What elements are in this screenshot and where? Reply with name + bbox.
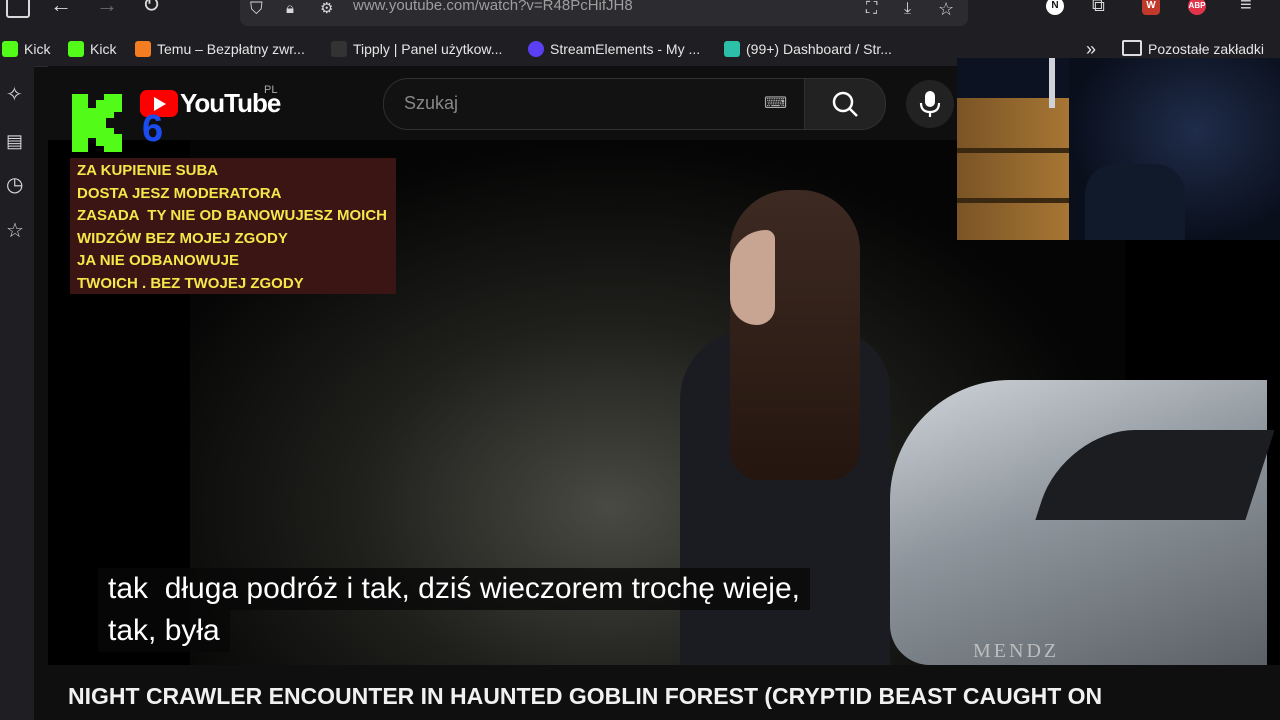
browser-toolbar: ← → ↻ ⛉ 🔒︎ ⚙ ⛶ ⤓ ☆ www.youtube.com/watch… bbox=[0, 0, 1280, 30]
kick-icon bbox=[2, 41, 18, 57]
cabinet-image bbox=[957, 98, 1069, 240]
screenshot-icon[interactable]: ⛶ bbox=[866, 0, 877, 18]
webcam-overlay bbox=[957, 58, 1280, 240]
bookmarks-star-icon[interactable]: ☆ bbox=[6, 221, 24, 241]
folder-icon bbox=[1122, 40, 1142, 56]
moderator-notice-overlay: ZA KUPIENIE SUBA DOSTA JESZ MODERATORA Z… bbox=[70, 158, 396, 294]
browser-sidebar: ✧ ▤ ◷ ☆ bbox=[0, 66, 34, 720]
video-subtitles: tak długa podróż i tak, dziś wieczorem t… bbox=[98, 568, 810, 652]
search-placeholder: Szukaj bbox=[404, 93, 459, 113]
reading-list-icon[interactable]: ▤ bbox=[6, 132, 23, 150]
bookmark-temu[interactable]: Temu – Bezpłatny zwr... bbox=[135, 39, 305, 59]
extension-w-icon[interactable]: W bbox=[1142, 0, 1160, 15]
sparkle-icon[interactable]: ✧ bbox=[6, 85, 23, 105]
history-icon[interactable]: ◷ bbox=[6, 175, 23, 195]
temu-icon bbox=[135, 41, 151, 57]
dashboard-icon bbox=[724, 41, 740, 57]
forward-icon[interactable]: → bbox=[96, 0, 118, 16]
bookmark-dashboard[interactable]: (99+) Dashboard / Str... bbox=[724, 39, 892, 59]
region-code: PL bbox=[264, 84, 278, 96]
subtitle-line: tak, była bbox=[98, 610, 230, 652]
microphone-icon bbox=[919, 91, 941, 117]
tipply-icon bbox=[331, 41, 347, 57]
extension-n-icon[interactable]: N bbox=[1046, 0, 1064, 15]
bookmark-kick-1[interactable]: Kick bbox=[2, 39, 50, 59]
bookmark-kick-2[interactable]: Kick bbox=[68, 39, 116, 59]
chair-image bbox=[1085, 164, 1185, 240]
bookmark-tipply[interactable]: Tipply | Panel użytkow... bbox=[331, 39, 502, 59]
keyboard-icon[interactable]: ⌨ bbox=[764, 95, 787, 113]
streamelements-icon bbox=[528, 41, 544, 57]
menu-icon[interactable]: ≡ bbox=[1240, 0, 1252, 15]
search-icon bbox=[832, 91, 858, 117]
subtitle-line: tak długa podróż i tak, dziś wieczorem t… bbox=[98, 568, 810, 610]
adblock-plus-icon[interactable]: ABP bbox=[1188, 0, 1206, 15]
notice-line: DOSTA JESZ MODERATORA bbox=[77, 184, 282, 202]
back-icon[interactable]: ← bbox=[50, 0, 72, 16]
voice-search-button[interactable] bbox=[906, 80, 954, 128]
bookmark-star-icon[interactable]: ☆ bbox=[938, 0, 954, 18]
site-settings-icon[interactable]: ⚙ bbox=[320, 0, 333, 18]
video-watermark: MENDZ bbox=[973, 640, 1060, 662]
other-bookmarks[interactable]: Pozostałe zakładki bbox=[1122, 39, 1264, 59]
kick-icon bbox=[72, 94, 122, 152]
notice-line: ZASADA TY NIE OD BANOWUJESZ MOICH bbox=[77, 207, 388, 224]
sidebar-toggle-icon[interactable] bbox=[6, 0, 30, 18]
car-image bbox=[890, 380, 1267, 665]
extensions-icon[interactable]: ⧉ bbox=[1092, 0, 1105, 14]
more-bookmarks-chevron-icon[interactable]: » bbox=[1086, 39, 1096, 59]
bookmark-streamelements[interactable]: StreamElements - My ... bbox=[528, 39, 700, 59]
download-icon[interactable]: ⤓ bbox=[904, 0, 911, 18]
shield-icon[interactable]: ⛉ bbox=[250, 0, 263, 18]
notice-line: TWOICH . BEZ TWOJEJ ZGODY bbox=[77, 274, 304, 292]
kick-logo-overlay: 6 bbox=[72, 94, 163, 152]
notice-line: JA NIE ODBANOWUJE bbox=[77, 252, 239, 269]
kick-icon bbox=[68, 41, 84, 57]
search-input[interactable]: Szukaj ⌨ bbox=[383, 78, 805, 130]
search-button[interactable] bbox=[804, 78, 886, 130]
reload-icon[interactable]: ↻ bbox=[142, 0, 160, 16]
lock-icon[interactable]: 🔒︎ bbox=[286, 0, 294, 18]
notice-line: WIDZÓW BEZ MOJEJ ZGODY bbox=[77, 229, 288, 247]
kick-number: 6 bbox=[142, 108, 164, 150]
video-title: NIGHT CRAWLER ENCOUNTER IN HAUNTED GOBLI… bbox=[68, 683, 1103, 709]
url-text[interactable]: www.youtube.com/watch?v=R48PcHifJH8 bbox=[353, 0, 633, 14]
notice-line: ZA KUPIENIE SUBA bbox=[77, 162, 219, 179]
